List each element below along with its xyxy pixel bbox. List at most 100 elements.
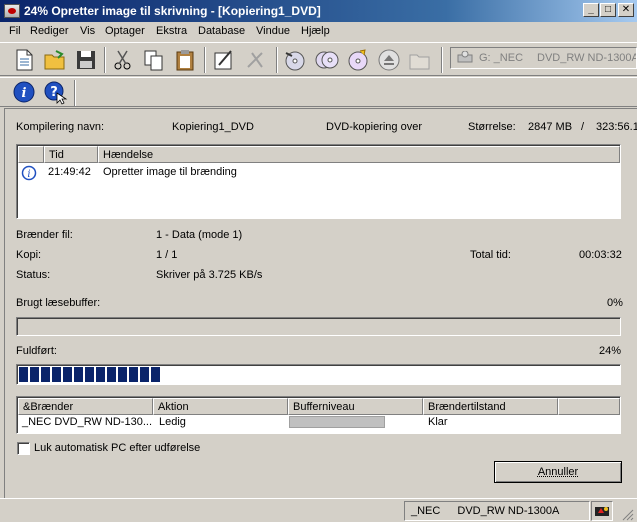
progress-block <box>74 367 83 382</box>
progress-block <box>19 367 28 382</box>
cancel-button-label: Annuller <box>537 466 579 478</box>
resize-grip-icon[interactable] <box>622 509 634 521</box>
statusbar-drive: _NEC <box>411 505 441 517</box>
size-label: Størrelse: <box>468 121 516 133</box>
toolbar-separator <box>441 47 443 73</box>
burner-file-label: Brænder fil: <box>16 229 73 241</box>
total-time-label: Total tid: <box>470 249 511 261</box>
disc-info-icon[interactable] <box>314 47 340 73</box>
burner-header-filler <box>558 398 620 415</box>
size-total: 323:56.1 <box>596 121 637 133</box>
auto-shutdown-checkbox[interactable] <box>17 442 30 455</box>
status-bar: _NEC DVD_RW ND-1300A <box>0 498 637 522</box>
progress-block <box>85 367 94 382</box>
burner-header-state[interactable]: Brændertilstand <box>423 398 558 415</box>
drive-letter: G: _NEC <box>479 52 524 64</box>
event-log-list[interactable]: Tid Hændelse i 21:49:42 Opretter image t… <box>16 144 621 219</box>
open-folder-disabled-icon <box>409 54 430 70</box>
statusbar-drive-pane: _NEC DVD_RW ND-1300A <box>404 501 590 521</box>
auto-shutdown-label[interactable]: Luk automatisk PC efter udførelse <box>34 442 200 454</box>
drive-icon <box>457 51 473 63</box>
progress-block <box>41 367 50 382</box>
save-disk-icon[interactable] <box>73 47 99 73</box>
burner-state: Klar <box>428 416 448 428</box>
burner-action: Ledig <box>159 416 186 428</box>
burn-compilation-icon[interactable] <box>211 47 237 73</box>
menu-ekstra[interactable]: Ekstra <box>156 25 187 37</box>
burner-header-burner[interactable]: &Brænder <box>18 398 153 415</box>
burner-buffer-level <box>289 416 385 428</box>
toolbar-separator <box>74 80 76 106</box>
compile-name-value: Kopiering1_DVD <box>172 121 254 133</box>
drive-model: DVD_RW ND-1300A <box>537 52 637 64</box>
progress-block <box>52 367 61 382</box>
toolbar-separator <box>204 47 206 73</box>
cancel-button[interactable]: Annuller <box>494 461 622 483</box>
progress-block <box>118 367 127 382</box>
eject-icon[interactable] <box>376 47 402 73</box>
toolbar-separator <box>276 47 278 73</box>
maximize-button[interactable]: □ <box>600 3 616 17</box>
size-value: 2847 MB <box>528 121 573 133</box>
title-bar[interactable]: 24% Opretter image til skrivning - [Kopi… <box>0 0 637 22</box>
progress-block <box>140 367 149 382</box>
progress-block <box>63 367 72 382</box>
menu-vis[interactable]: Vis <box>80 25 95 37</box>
window-title: 24% Opretter image til skrivning - [Kopi… <box>24 4 321 18</box>
compile-name-label: Kompilering navn: <box>16 121 105 133</box>
help-toolbar: i ? <box>0 77 637 107</box>
info-icon[interactable]: i <box>13 81 35 103</box>
progress-block <box>96 367 105 382</box>
progress-block <box>107 367 116 382</box>
copy-disc-icon[interactable] <box>282 47 308 73</box>
read-buffer-label: Brugt læsebuffer: <box>16 297 101 309</box>
log-header-time[interactable]: Tid <box>44 146 98 163</box>
copy-count-value: 1 / 1 <box>156 249 178 261</box>
burner-file-value: 1 - Data (mode 1) <box>156 229 243 241</box>
progress-block <box>129 367 138 382</box>
nero-app-icon[interactable] <box>4 4 20 18</box>
statusbar-burn-pane <box>591 501 613 521</box>
read-buffer-bar <box>16 317 621 336</box>
copy-mode-text: DVD-kopiering over <box>326 121 422 133</box>
burner-header-buffer[interactable]: Bufferniveau <box>288 398 423 415</box>
menu-bar: Fil Rediger Vis Optager Ekstra Database … <box>0 22 637 41</box>
menu-hjaelp[interactable]: Hjælp <box>301 25 330 37</box>
completed-label: Fuldført: <box>16 345 57 357</box>
menu-optager[interactable]: Optager <box>105 25 145 37</box>
close-button[interactable]: ✕ <box>618 3 634 17</box>
total-time-value: 00:03:32 <box>579 249 622 261</box>
read-buffer-percent: 0% <box>607 297 623 309</box>
burn-status-icon <box>595 507 609 516</box>
menu-vindue[interactable]: Vindue <box>256 25 290 37</box>
progress-block <box>30 367 39 382</box>
statusbar-model: DVD_RW ND-1300A <box>457 505 560 517</box>
paste-clipboard-icon[interactable] <box>172 47 198 73</box>
info-event-icon: i <box>21 165 37 181</box>
progress-block <box>151 367 160 382</box>
menu-database[interactable]: Database <box>198 25 245 37</box>
burner-header-action[interactable]: Aktion <box>153 398 288 415</box>
log-event: Opretter image til brænding <box>103 166 237 178</box>
svg-text:i: i <box>27 169 30 180</box>
burner-table[interactable]: &Brænder Aktion Bufferniveau Brændertils… <box>16 396 621 434</box>
menu-rediger[interactable]: Rediger <box>30 25 69 37</box>
open-folder-icon[interactable] <box>42 47 68 73</box>
disc-wizard-icon[interactable] <box>345 47 371 73</box>
log-row[interactable]: i 21:49:42 Opretter image til brænding <box>18 165 619 181</box>
copy-icon[interactable] <box>141 47 167 73</box>
log-header-icon-col[interactable] <box>18 146 44 163</box>
cut-scissors-icon[interactable] <box>110 47 136 73</box>
drive-select[interactable]: G: _NEC DVD_RW ND-1300A <box>450 47 637 69</box>
toolbar-separator <box>104 47 106 73</box>
log-header-event[interactable]: Hændelse <box>98 146 620 163</box>
completed-progress-fill <box>19 367 160 382</box>
status-label: Status: <box>16 269 51 281</box>
copy-count-label: Kopi: <box>16 249 42 261</box>
status-value: Skriver på 3.725 KB/s <box>156 269 263 281</box>
menu-fil[interactable]: Fil <box>9 25 21 37</box>
minimize-button[interactable]: _ <box>583 3 599 17</box>
new-document-icon[interactable] <box>11 47 37 73</box>
svg-text:i: i <box>22 86 27 101</box>
context-help-icon[interactable]: ? <box>44 81 68 105</box>
